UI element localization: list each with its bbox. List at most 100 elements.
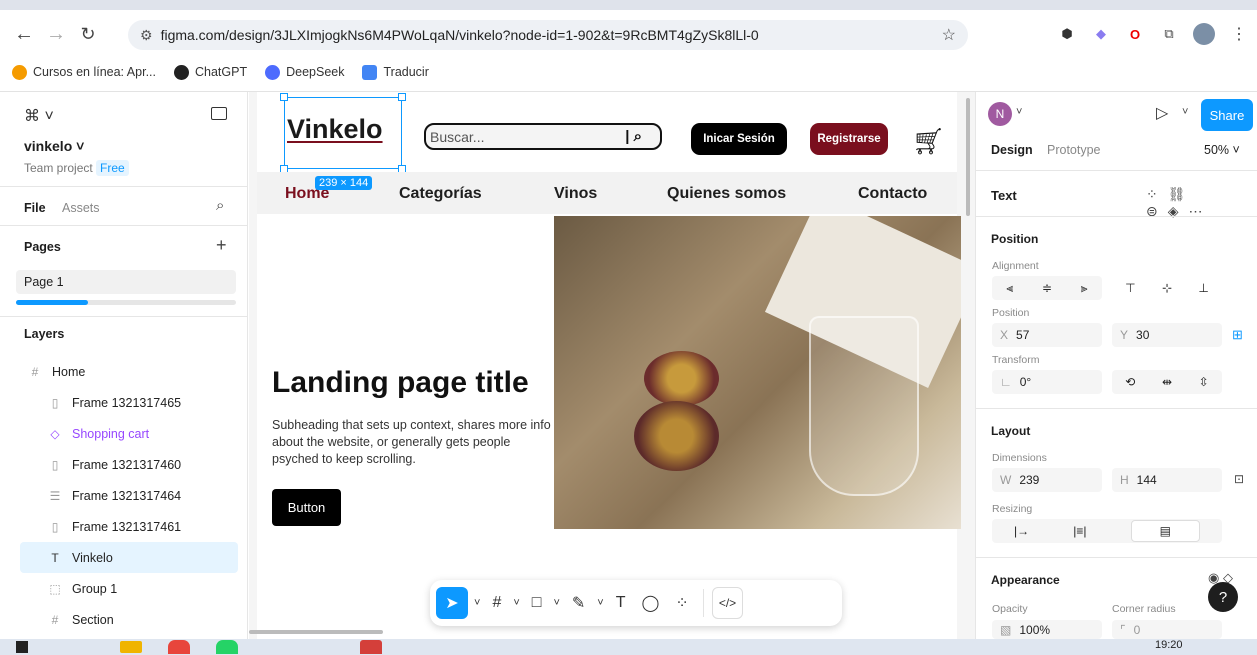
layer-home[interactable]: # Home [0, 356, 248, 387]
rectangle-tool-icon[interactable]: □ [526, 587, 548, 619]
tab-file[interactable]: File [24, 201, 46, 215]
rotation-field[interactable]: ∟ 0° [992, 370, 1102, 394]
address-bar[interactable]: ⚙ figma.com/design/3JLXImjogkNs6M4PWoLqa… [128, 20, 968, 50]
transform-actions[interactable]: ⟲ ⇹ ⇳ [1112, 370, 1222, 394]
y-position-field[interactable]: Y 30 [1112, 323, 1222, 347]
corner-radius-field[interactable]: ⌜ 0 [1112, 620, 1222, 639]
present-play-icon[interactable]: ▷ [1156, 103, 1168, 123]
home-frame[interactable]: Vinkelo 239 × 144 Buscar... | ⌕ Inicar S… [257, 92, 961, 639]
figma-menu-icon[interactable]: ⌘ ˅ [24, 106, 54, 126]
file-explorer-icon[interactable] [120, 641, 142, 653]
pen-tool-icon[interactable]: ✎ [566, 587, 591, 619]
project-name[interactable]: vinkelo ˅ [24, 138, 84, 154]
nav-vinos[interactable]: Vinos [554, 185, 597, 203]
chevron-down-icon[interactable]: ˅ [551, 587, 561, 619]
register-button[interactable]: Registrarse [810, 123, 888, 155]
chevron-down-icon[interactable]: ˅ [472, 587, 482, 619]
comment-tool-icon[interactable]: ◯ [636, 587, 666, 619]
layer-frame-1321317464[interactable]: ☰ Frame 1321317464 [0, 480, 248, 511]
back-icon[interactable]: ← [8, 18, 40, 50]
width-field[interactable]: W 239 [992, 468, 1102, 492]
height-field[interactable]: H 144 [1112, 468, 1222, 492]
forward-icon[interactable]: → [40, 18, 72, 50]
resizing-group[interactable]: |→ |≡| ▤ [992, 519, 1222, 543]
browser-menu-icon[interactable]: ⋮ [1229, 24, 1249, 44]
layers-list: # Home ▯ Frame 1321317465 ◇ Shopping cart ▯… [0, 356, 248, 635]
extensions-puzzle-icon[interactable]: ⧉ [1159, 24, 1179, 44]
size-badge: 239 × 144 [315, 176, 373, 190]
appearance-title: Appearance [991, 573, 1060, 587]
canvas-scrollbar-h[interactable] [249, 630, 383, 634]
x-position-field[interactable]: X 57 [992, 323, 1102, 347]
layer-frame-1321317461[interactable]: ▯ Frame 1321317461 [0, 511, 248, 542]
panel-toggle-icon[interactable] [211, 107, 227, 120]
user-avatar[interactable]: N [988, 102, 1012, 126]
help-icon[interactable]: ? [1208, 582, 1238, 612]
nav-contacto[interactable]: Contacto [858, 185, 927, 203]
layer-frame-1321317465[interactable]: ▯ Frame 1321317465 [0, 387, 248, 418]
opera-icon[interactable]: O [1125, 24, 1145, 44]
bookmark-chatgpt[interactable]: ChatGPT [174, 64, 247, 80]
whatsapp-icon[interactable] [216, 640, 238, 654]
zoom-level[interactable]: 50% ˅ [1204, 143, 1240, 157]
add-page-icon[interactable]: + [216, 235, 227, 256]
search-icon[interactable]: ⌕ [216, 197, 224, 214]
pages-scrollbar[interactable] [16, 300, 236, 305]
bookmark-cursos[interactable]: Cursos en línea: Apr... [12, 64, 156, 80]
aspect-ratio-icon[interactable]: ⊡ [1234, 472, 1244, 486]
site-settings-icon[interactable]: ⚙ [140, 27, 153, 44]
layer-frame-1321317460[interactable]: ▯ Frame 1321317460 [0, 449, 248, 480]
text-tool-icon[interactable]: T [610, 587, 632, 619]
layer-section[interactable]: # Section [0, 604, 248, 635]
bookmark-deepseek[interactable]: DeepSeek [265, 64, 344, 80]
hero-subheading: Subheading that sets up context, shares … [272, 418, 551, 466]
search-icon[interactable]: | ⌕ [625, 128, 642, 145]
tab-assets[interactable]: Assets [62, 201, 100, 215]
shopping-cart-icon[interactable]: 🛒︎ [912, 126, 945, 157]
text-actions-icons[interactable]: ⁘⛓⊜◈⋯ [1146, 186, 1257, 220]
canvas[interactable]: Vinkelo 239 × 144 Buscar... | ⌕ Inicar S… [249, 92, 975, 639]
search-field[interactable]: Buscar... | ⌕ [424, 123, 662, 150]
frame-tool-icon[interactable]: # [486, 587, 507, 619]
selection-box[interactable] [284, 97, 402, 169]
share-button[interactable]: Share [1201, 99, 1253, 131]
selection-handle[interactable] [398, 93, 406, 101]
chevron-down-icon[interactable]: ˅ [511, 587, 521, 619]
layer-group-1[interactable]: ⬚ Group 1 [0, 573, 248, 604]
vertical-align-group[interactable]: ⊤ ⊹ ⊥ [1112, 276, 1222, 300]
constraints-icon[interactable]: ⊞ [1232, 327, 1243, 343]
layer-shopping-cart[interactable]: ◇ Shopping cart [0, 418, 248, 449]
chevron-down-icon[interactable]: ˅ [595, 587, 605, 619]
actions-tool-icon[interactable]: ⁘ [669, 587, 694, 619]
tab-design[interactable]: Design [991, 143, 1033, 157]
bookmark-star-icon[interactable]: ☆ [942, 25, 956, 45]
page-item-page1[interactable]: Page 1 [16, 270, 236, 294]
align-middle-icon: ⊹ [1161, 281, 1173, 295]
hero-button[interactable]: Button [272, 489, 341, 526]
profile-avatar-icon[interactable] [1193, 23, 1215, 45]
reload-icon[interactable]: ↻ [72, 18, 104, 50]
horizontal-align-group[interactable]: ⫷ ≑ ⫸ [992, 276, 1102, 300]
login-button[interactable]: Inicar Sesión [691, 123, 787, 155]
app-icon[interactable] [360, 640, 382, 654]
divider [0, 316, 248, 317]
move-tool-icon[interactable]: ➤ [436, 587, 468, 619]
extension-diamond-icon[interactable]: ◆ [1091, 24, 1111, 44]
canvas-scrollbar[interactable] [966, 98, 970, 216]
layer-vinkelo-selected[interactable]: T Vinkelo [20, 542, 238, 573]
windows-start-icon[interactable] [16, 641, 28, 653]
chevron-down-icon[interactable]: ˅ [1182, 106, 1188, 118]
layers-title: Layers [24, 327, 65, 341]
selection-handle[interactable] [280, 93, 288, 101]
chevron-down-icon[interactable]: ˅ [1016, 106, 1022, 118]
tab-prototype[interactable]: Prototype [1047, 143, 1101, 157]
nav-quienes-somos[interactable]: Quienes somos [667, 185, 786, 203]
address-row: ← → ↻ ⚙ figma.com/design/3JLXImjogkNs6M4… [0, 14, 1257, 54]
extension-robot-icon[interactable]: ⬢ [1057, 24, 1077, 44]
plan-badge: Free [96, 160, 129, 176]
chrome-icon[interactable] [168, 640, 190, 654]
opacity-field[interactable]: ▧ 100% [992, 620, 1102, 639]
dev-mode-icon[interactable]: </> [711, 587, 744, 619]
bookmark-traducir[interactable]: Traducir [362, 64, 429, 80]
nav-categorias[interactable]: Categorías [399, 185, 482, 203]
